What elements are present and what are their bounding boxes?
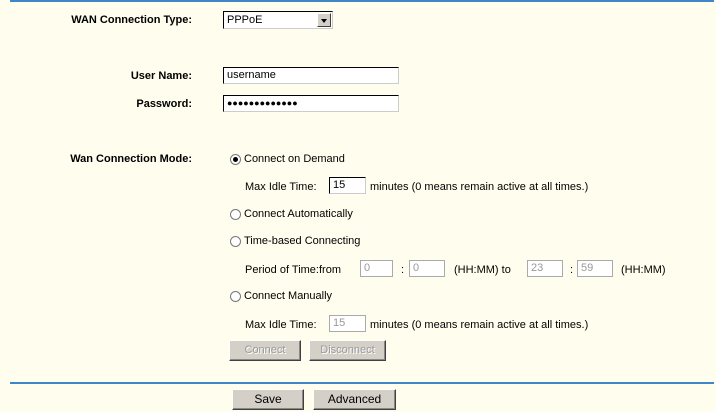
demand-idle-note: minutes (0 means remain active at all ti… xyxy=(370,181,589,193)
connect-manually-radio[interactable] xyxy=(230,291,241,302)
manual-idle-label: Max Idle Time: xyxy=(245,319,317,331)
from-colon: : xyxy=(401,264,405,276)
time-based-label: Time-based Connecting xyxy=(244,235,361,247)
password-label: Password: xyxy=(136,98,192,110)
connect-auto-radio[interactable] xyxy=(230,209,241,220)
connect-on-demand-radio[interactable] xyxy=(230,154,241,165)
to-colon: : xyxy=(570,264,574,276)
time-based-radio[interactable] xyxy=(230,236,241,247)
wan-type-label: WAN Connection Type: xyxy=(71,14,192,26)
period-label: Period of Time:from xyxy=(245,264,341,276)
hhmm-to-label: (HH:MM) to xyxy=(454,264,511,276)
advanced-button[interactable]: Advanced xyxy=(313,389,396,410)
to-minute-input[interactable]: 59 xyxy=(577,260,613,277)
demand-idle-label: Max Idle Time: xyxy=(245,181,317,193)
wan-type-value: PPPoE xyxy=(227,14,263,26)
button-bar: Save Advanced xyxy=(0,384,716,412)
password-input[interactable]: ●●●●●●●●●●●●● xyxy=(223,95,399,112)
user-name-input[interactable]: username xyxy=(223,67,399,84)
to-hour-input[interactable]: 23 xyxy=(527,260,563,277)
from-hour-input[interactable]: 0 xyxy=(360,260,393,277)
demand-idle-input[interactable]: 15 xyxy=(329,177,366,194)
manual-idle-input[interactable]: 15 xyxy=(329,315,366,332)
wan-mode-label: Wan Connection Mode: xyxy=(70,153,192,165)
chevron-down-icon[interactable] xyxy=(317,13,331,27)
wan-type-select[interactable]: PPPoE xyxy=(223,11,333,29)
disconnect-button[interactable]: Disconnect xyxy=(309,340,386,361)
connect-manually-label: Connect Manually xyxy=(244,290,333,302)
connect-button[interactable]: Connect xyxy=(229,340,301,361)
settings-panel: WAN Connection Type: PPPoE User Name: us… xyxy=(0,0,716,384)
manual-idle-note: minutes (0 means remain active at all ti… xyxy=(370,319,589,331)
top-divider xyxy=(10,0,714,2)
hhmm-label: (HH:MM) xyxy=(621,264,666,276)
from-minute-input[interactable]: 0 xyxy=(409,260,445,277)
connect-auto-label: Connect Automatically xyxy=(244,208,353,220)
connect-on-demand-label: Connect on Demand xyxy=(244,153,345,165)
save-button[interactable]: Save xyxy=(232,389,304,410)
user-name-label: User Name: xyxy=(130,70,192,82)
